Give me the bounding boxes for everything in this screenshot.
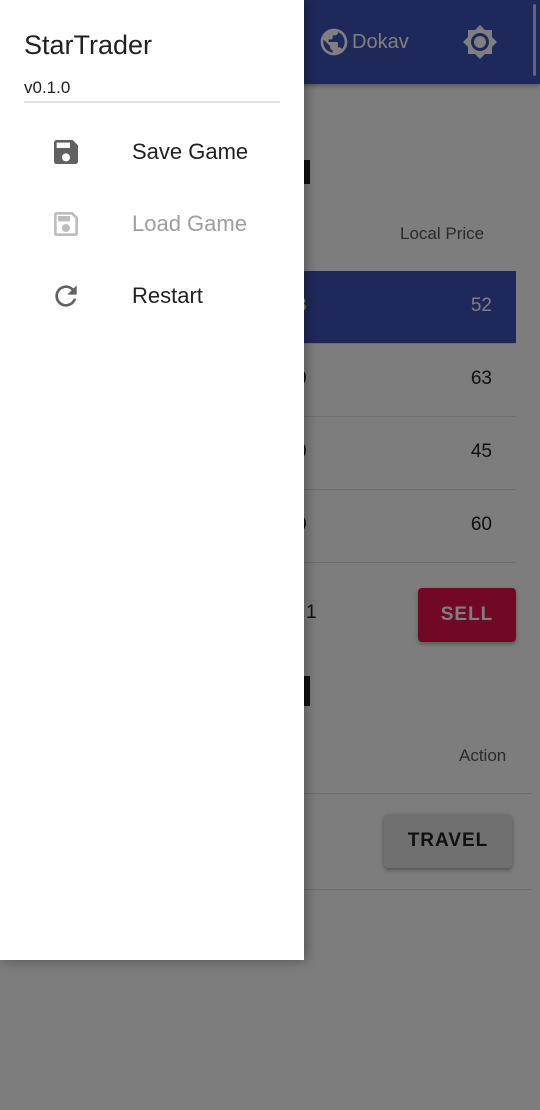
save-game-label: Save Game: [132, 139, 249, 164]
restart-label: Restart: [132, 283, 203, 308]
app-version: v0.1.0: [24, 78, 71, 97]
save-icon: [54, 140, 78, 164]
restart-item[interactable]: Restart: [0, 260, 304, 332]
load-game-label: Load Game: [132, 211, 247, 236]
app-title: StarTrader: [24, 30, 153, 60]
drawer-divider: [24, 101, 280, 103]
load-game-item[interactable]: Load Game: [0, 188, 304, 260]
save-game-item[interactable]: Save Game: [0, 116, 304, 188]
save-outline-icon: [54, 212, 78, 236]
refresh-icon: [55, 285, 77, 307]
navigation-drawer: StarTrader v0.1.0 Save Game Load Game Re…: [0, 0, 304, 960]
